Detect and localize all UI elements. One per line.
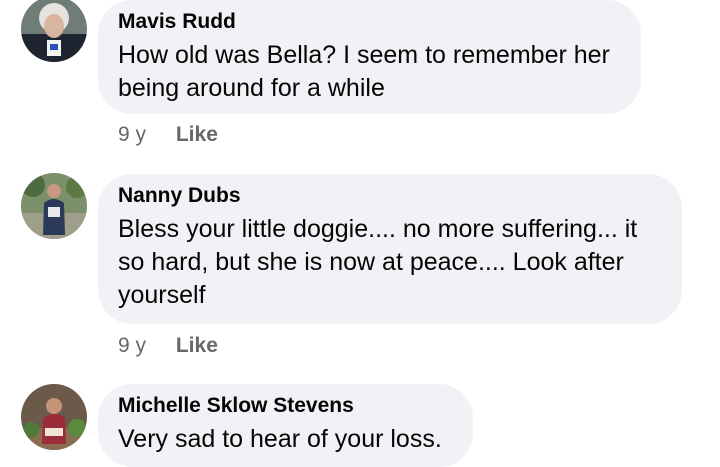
profile-photo-icon	[21, 173, 87, 239]
avatar[interactable]	[21, 384, 87, 450]
like-button[interactable]: Like	[176, 123, 218, 146]
comment-text-line: Very sad to hear of your loss.	[118, 425, 442, 453]
comment-text-line: How old was Bella? I seem to remember he…	[118, 41, 610, 69]
avatar[interactable]	[21, 173, 87, 239]
comment-author[interactable]: Michelle Sklow Stevens	[118, 393, 453, 419]
comment-text-line: so hard, but she is now at peace.... Loo…	[118, 248, 624, 276]
profile-photo-icon	[21, 0, 87, 62]
avatar[interactable]	[21, 0, 87, 62]
comment-timestamp[interactable]: 9 y	[118, 123, 146, 146]
comment-meta: 9 y Like	[118, 333, 218, 359]
comment-text: How old was Bella? I seem to remember he…	[118, 39, 621, 105]
comment-text: Bless your little doggie.... no more suf…	[118, 213, 662, 312]
comment-author[interactable]: Nanny Dubs	[118, 183, 662, 209]
comment-text-line: being around for a while	[118, 74, 385, 102]
comment-timestamp[interactable]: 9 y	[118, 334, 146, 357]
comment-bubble: Mavis Rudd How old was Bella? I seem to …	[98, 0, 641, 114]
comment-bubble: Michelle Sklow Stevens Very sad to hear …	[98, 384, 473, 467]
comment-author[interactable]: Mavis Rudd	[118, 9, 621, 35]
comment-text-line: yourself	[118, 281, 206, 309]
comment-meta: 9 y Like	[118, 122, 218, 148]
comment-text-line: Bless your little doggie.... no more suf…	[118, 215, 638, 243]
comment-bubble: Nanny Dubs Bless your little doggie.... …	[98, 174, 682, 324]
profile-photo-icon	[21, 384, 87, 450]
comment-text: Very sad to hear of your loss.	[118, 423, 453, 456]
like-button[interactable]: Like	[176, 334, 218, 357]
